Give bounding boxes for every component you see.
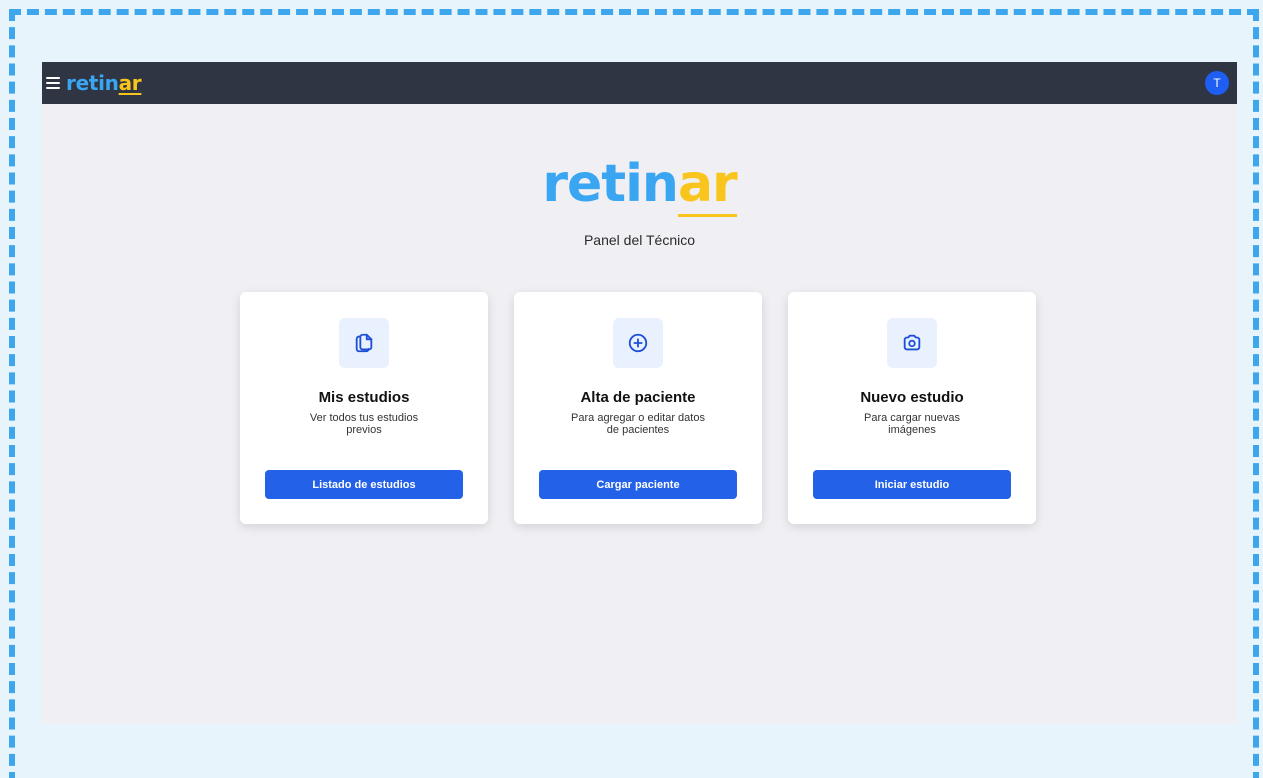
logo-text-blue: retin [66, 71, 119, 95]
listado-de-estudios-button[interactable]: Listado de estudios [265, 470, 463, 499]
card-nuevo-estudio: Nuevo estudio Para cargar nuevas imágene… [788, 292, 1036, 524]
hero-section: retinar Panel del Técnico [42, 158, 1237, 248]
card-title: Nuevo estudio [860, 389, 964, 406]
card-description: Para agregar o editar datos de pacientes [571, 412, 705, 436]
navbar-left: retinar [46, 71, 142, 95]
card-title: Mis estudios [318, 389, 410, 406]
iniciar-estudio-button[interactable]: Iniciar estudio [813, 470, 1011, 499]
hamburger-menu-icon[interactable] [46, 77, 60, 89]
top-navbar: retinar T [42, 62, 1237, 104]
card-icon-box [887, 318, 937, 368]
user-avatar[interactable]: T [1205, 71, 1229, 95]
card-alta-de-paciente: Alta de paciente Para agregar o editar d… [514, 292, 762, 524]
hero-logo-text-blue: retin [542, 154, 679, 214]
hero-logo: retinar [542, 154, 738, 217]
page-subtitle: Panel del Técnico [583, 232, 696, 248]
action-cards: Mis estudios Ver todos tus estudios prev… [240, 292, 1036, 524]
logo-text-yellow: ar [118, 71, 142, 95]
cargar-paciente-button[interactable]: Cargar paciente [539, 470, 737, 499]
plus-circle-icon [628, 333, 648, 353]
documents-icon [355, 333, 373, 353]
card-description: Para cargar nuevas imágenes [864, 412, 960, 436]
card-icon-box [613, 318, 663, 368]
card-description: Ver todos tus estudios previos [309, 412, 419, 436]
app-window: retinar T retinar Panel del Técnico Mis … [42, 62, 1237, 724]
card-icon-box [339, 318, 389, 368]
camera-icon [903, 334, 921, 351]
hero-logo-text-yellow: ar [677, 154, 738, 217]
card-title: Alta de paciente [580, 389, 696, 406]
navbar-logo[interactable]: retinar [66, 71, 142, 95]
card-mis-estudios: Mis estudios Ver todos tus estudios prev… [240, 292, 488, 524]
